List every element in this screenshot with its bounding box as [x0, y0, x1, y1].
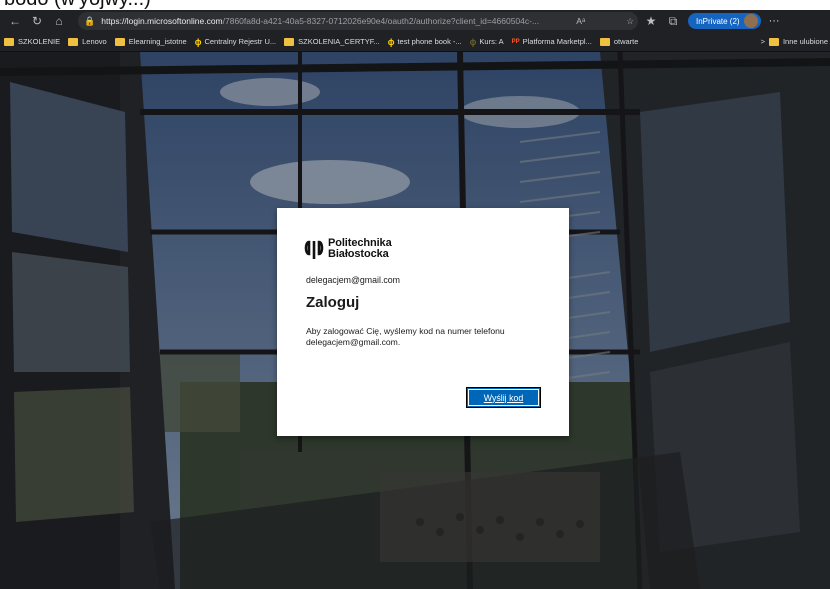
logo-line-2: Białostocka [328, 248, 389, 260]
back-icon[interactable]: ← [6, 12, 24, 30]
lock-icon: 🔒 [84, 15, 96, 26]
collections-icon[interactable]: ⧉ [664, 12, 682, 30]
bookmarks-overflow-button[interactable]: > [761, 37, 765, 46]
bookmark-label: SZKOLENIA_CERTYF... [298, 37, 380, 46]
account-email: delegacjem@gmail.com [306, 275, 401, 285]
bookmark-label: Centralny Rejestr U... [204, 37, 277, 46]
bookmark-item[interactable]: PP Platforma Marketpl... [512, 37, 592, 46]
inprivate-label: InPrivate (2) [696, 16, 740, 26]
read-aloud-icon[interactable]: Aᵃ [572, 16, 589, 26]
bookmark-item[interactable]: ϕ test phone book -... [388, 37, 462, 47]
other-favorites-label: Inne ulubione [782, 37, 828, 46]
description-text: Aby zalogować Cię, wyślemy kod na numer … [306, 326, 505, 348]
address-bar[interactable]: 🔒 https://login.microsoftonline.com /786… [78, 12, 638, 30]
pb-logo-icon: ϕ [469, 36, 477, 47]
url-path: /7860fa8d-a421-40a5-8327-0712026e90e4/oa… [222, 16, 540, 26]
bookmark-label: test phone book -... [397, 37, 462, 46]
more-menu-icon[interactable]: ··· [769, 15, 780, 27]
send-code-button[interactable]: Wyślij kod [466, 387, 541, 408]
avatar [743, 14, 758, 28]
other-favorites[interactable]: Inne ulubione [768, 37, 828, 46]
cropped-heading-text: bodo (w'yojwy...) [4, 0, 151, 10]
bookmark-item[interactable]: ϕ Kurs: A [470, 37, 504, 47]
bookmark-label: Elearning_istotne [128, 37, 187, 46]
bookmark-item[interactable]: Lenovo [68, 37, 107, 46]
folder-icon [768, 37, 779, 46]
favorites-icon[interactable]: ★ [642, 12, 660, 30]
university-logo: Politechnika Białostocka [304, 238, 392, 260]
page-title: Zaloguj [306, 294, 360, 311]
home-icon[interactable]: ⌂ [50, 12, 68, 30]
folder-icon [4, 37, 14, 46]
login-card: Politechnika Białostocka delegacjem@gmai… [277, 208, 569, 436]
bookmark-item[interactable]: Elearning_istotne [114, 37, 187, 46]
pb-logo-icon: ϕ [387, 36, 395, 47]
url-host: https://login.microsoftonline.com [101, 16, 223, 26]
bookmark-label: otwarte [613, 37, 639, 46]
bookmark-label: Platforma Marketpl... [522, 37, 592, 46]
bookmark-label: Lenovo [82, 37, 107, 46]
favorite-add-icon[interactable]: ☆ [622, 16, 638, 27]
platform-icon: PP [511, 38, 520, 45]
inprivate-badge[interactable]: InPrivate (2) [688, 13, 761, 29]
bookmark-label: Kurs: A [479, 37, 504, 46]
logo-text: Politechnika Białostocka [328, 238, 392, 260]
bookmark-item[interactable]: otwarte [599, 37, 639, 46]
refresh-icon[interactable]: ↻ [28, 12, 46, 30]
browser-toolbar: ← ↻ ⌂ 🔒 https://login.microsoftonline.co… [0, 10, 830, 32]
folder-icon [114, 37, 125, 46]
pb-logo-icon: ϕ [194, 36, 202, 47]
favorites-bar: SZKOLENIE Lenovo Elearning_istotne ϕ Cent… [0, 32, 830, 52]
cropped-heading: bodo (w'yojwy...) [0, 0, 830, 10]
pb-logo-icon [304, 240, 324, 259]
folder-icon [599, 37, 610, 46]
bookmark-item[interactable]: ϕ Centralny Rejestr U... [195, 37, 276, 47]
bookmark-label: SZKOLENIE [18, 37, 61, 46]
folder-icon [68, 37, 79, 46]
bookmark-item[interactable]: SZKOLENIA_CERTYF... [284, 37, 380, 46]
folder-icon [284, 37, 295, 46]
bookmark-item[interactable]: SZKOLENIE [4, 37, 60, 46]
